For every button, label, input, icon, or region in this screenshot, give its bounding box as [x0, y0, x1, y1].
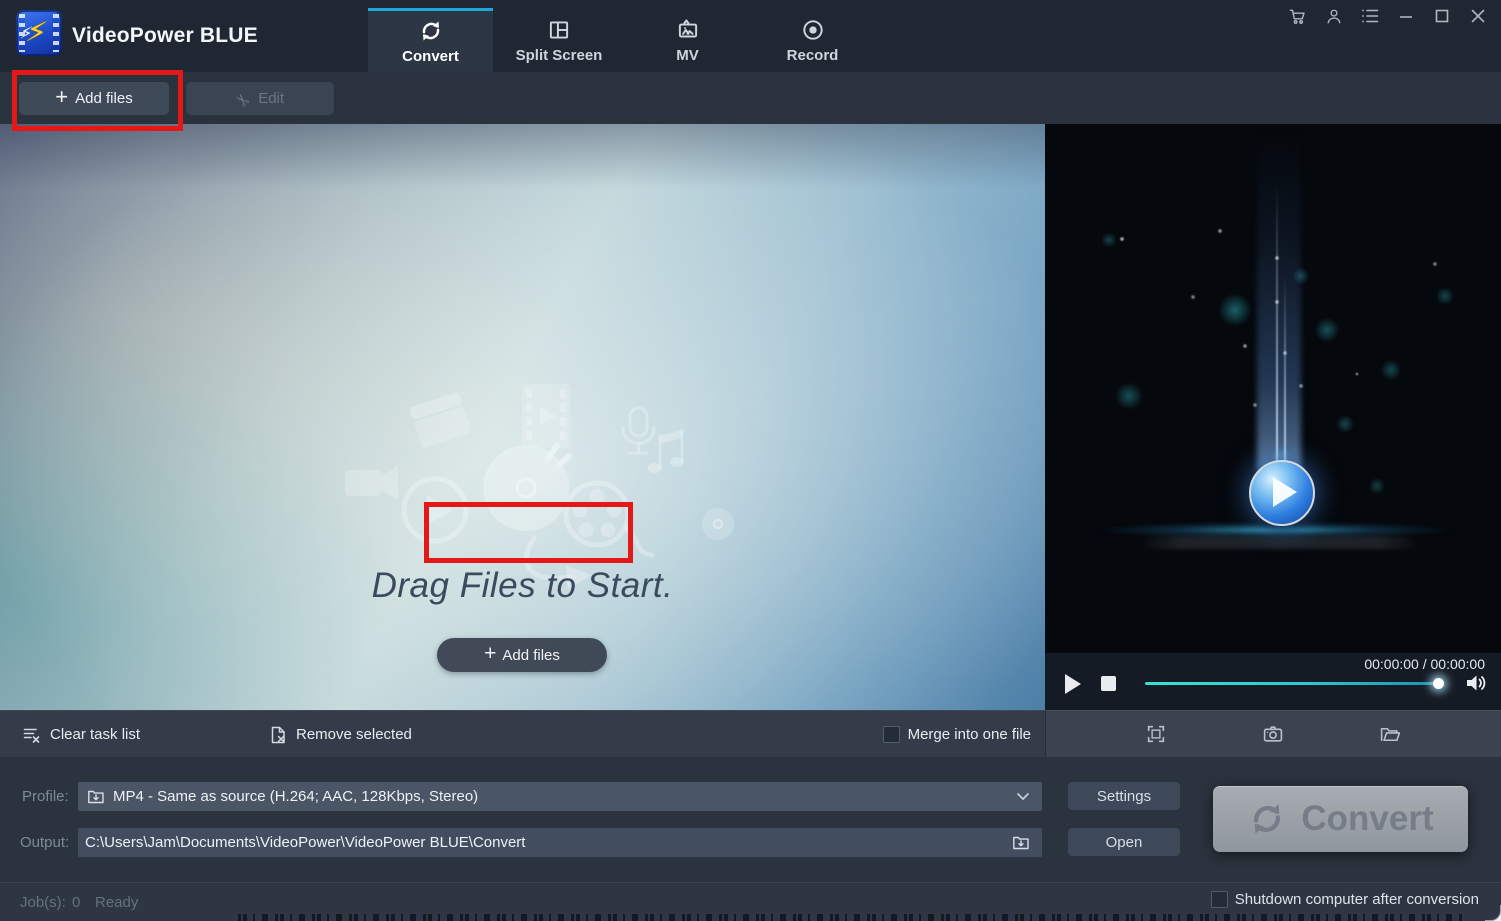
add-files-label: Add files: [75, 90, 133, 107]
disc-icon: [483, 445, 569, 531]
settings-button[interactable]: Settings: [1068, 782, 1180, 810]
remove-file-icon: [268, 725, 288, 745]
app-title: VideoPower BLUE: [72, 24, 258, 48]
film-reel-icon: [566, 483, 652, 555]
clapperboard-icon: [409, 392, 472, 449]
clear-task-list-label: Clear task list: [50, 726, 140, 743]
record-icon: [800, 17, 826, 43]
reflection-smudge: [1140, 536, 1420, 549]
browse-folder-icon[interactable]: [1012, 834, 1030, 851]
microphone-icon: [623, 408, 654, 453]
shutdown-checkbox[interactable]: [1211, 891, 1228, 908]
clear-task-list-button[interactable]: Clear task list: [22, 711, 140, 758]
edit-button[interactable]: ✂ Edit: [186, 82, 334, 115]
video-preview: [1045, 124, 1501, 653]
fullscreen-icon[interactable]: [1145, 723, 1167, 745]
clear-list-icon: [22, 725, 42, 745]
file-toolbar: + Add files ✂ Edit: [0, 72, 1501, 124]
close-icon[interactable]: [1468, 7, 1487, 25]
tab-label: Split Screen: [516, 47, 603, 64]
add-files-button[interactable]: + Add files: [19, 82, 169, 115]
status-bar: Job(s): 0 Ready Shutdown computer after …: [0, 882, 1501, 921]
tv-icon: [675, 17, 701, 43]
add-files-center-button[interactable]: + Add files: [437, 638, 607, 672]
maximize-icon[interactable]: [1432, 7, 1451, 25]
settings-label: Settings: [1097, 788, 1151, 805]
tab-convert[interactable]: Convert: [368, 8, 493, 72]
jobs-label: Job(s):: [20, 894, 66, 911]
filmstrip-icon: [522, 384, 570, 448]
jobs-count: 0: [72, 894, 80, 911]
seek-bar[interactable]: [1145, 682, 1441, 685]
output-path-value: C:\Users\Jam\Documents\VideoPower\VideoP…: [85, 834, 525, 851]
add-files-label: Add files: [502, 647, 560, 664]
open-folder-icon[interactable]: [1379, 723, 1402, 745]
videopower-window: ⚡⚡ VideoPower BLUE Convert Sp: [0, 0, 1501, 921]
header-bar: ⚡⚡ VideoPower BLUE Convert Sp: [0, 0, 1501, 72]
status-text: Ready: [95, 894, 138, 911]
minimize-icon[interactable]: [1396, 7, 1415, 25]
output-section: Profile: MP4 - Same as source (H.264; AA…: [0, 757, 1501, 882]
profile-folder-icon: [87, 788, 105, 805]
plus-icon: +: [484, 642, 496, 666]
task-list-toolbar: Clear task list Remove selected Merge in…: [0, 710, 1045, 758]
volume-icon[interactable]: [1465, 672, 1489, 694]
main-tabs: Convert Split Screen: [368, 0, 875, 72]
stop-button[interactable]: [1101, 676, 1116, 691]
tab-record[interactable]: Record: [750, 8, 875, 72]
chevron-down-icon: [1016, 792, 1030, 801]
remove-selected-label: Remove selected: [296, 726, 412, 743]
tab-label: Record: [787, 47, 839, 64]
merge-checkbox[interactable]: [883, 726, 900, 743]
open-label: Open: [1106, 834, 1143, 851]
cart-icon[interactable]: [1288, 7, 1307, 25]
output-label: Output:: [20, 834, 69, 851]
profile-value: MP4 - Same as source (H.264; AAC, 128Kbp…: [113, 788, 478, 805]
snapshot-camera-icon[interactable]: [1262, 723, 1284, 745]
plus-icon: +: [55, 84, 68, 110]
menu-icon[interactable]: [1360, 7, 1379, 25]
sync-icon: [418, 18, 444, 44]
music-note-icon: [648, 430, 684, 473]
dropzone-headline: Drag Files to Start.: [0, 566, 1045, 606]
user-icon[interactable]: [1324, 7, 1343, 25]
transport-bar: 00:00:00 / 00:00:00: [1045, 653, 1501, 710]
app-logo-icon: ⚡⚡: [16, 10, 62, 56]
open-button[interactable]: Open: [1068, 828, 1180, 856]
clipped-text-artifact: [238, 914, 1464, 921]
convert-label: Convert: [1301, 799, 1433, 839]
shutdown-option: Shutdown computer after conversion: [1211, 891, 1479, 908]
merge-option: Merge into one file: [883, 711, 1031, 758]
convert-button[interactable]: Convert: [1213, 786, 1468, 852]
shutdown-label: Shutdown computer after conversion: [1235, 891, 1479, 908]
preview-actions-row: [1045, 710, 1501, 757]
edit-label: Edit: [258, 90, 284, 107]
tab-split-screen[interactable]: Split Screen: [493, 8, 625, 72]
camcorder-icon: [345, 466, 398, 500]
profile-label: Profile:: [22, 788, 69, 805]
merge-label: Merge into one file: [908, 726, 1031, 743]
drop-zone[interactable]: Drag Files to Start. + Add files: [0, 124, 1045, 710]
play-button[interactable]: [1065, 674, 1081, 694]
time-display: 00:00:00 / 00:00:00: [1364, 656, 1485, 672]
profile-dropdown[interactable]: MP4 - Same as source (H.264; AAC, 128Kbp…: [78, 782, 1042, 811]
tab-label: Convert: [402, 48, 459, 65]
light-beam: [1257, 124, 1301, 472]
output-path-field[interactable]: C:\Users\Jam\Documents\VideoPower\VideoP…: [78, 828, 1042, 857]
window-controls: [1288, 7, 1487, 25]
small-disc-icon: [702, 508, 734, 540]
remove-selected-button[interactable]: Remove selected: [268, 711, 412, 758]
split-screen-icon: [546, 17, 572, 43]
play-circle-icon: [404, 479, 466, 541]
seek-knob[interactable]: [1433, 678, 1444, 689]
tab-label: MV: [676, 47, 699, 64]
tab-mv[interactable]: MV: [625, 8, 750, 72]
window-corner: [1485, 905, 1501, 921]
sync-icon: [1247, 799, 1287, 839]
scissors-icon: ✂: [231, 86, 255, 110]
play-orb-icon: [1249, 460, 1315, 526]
